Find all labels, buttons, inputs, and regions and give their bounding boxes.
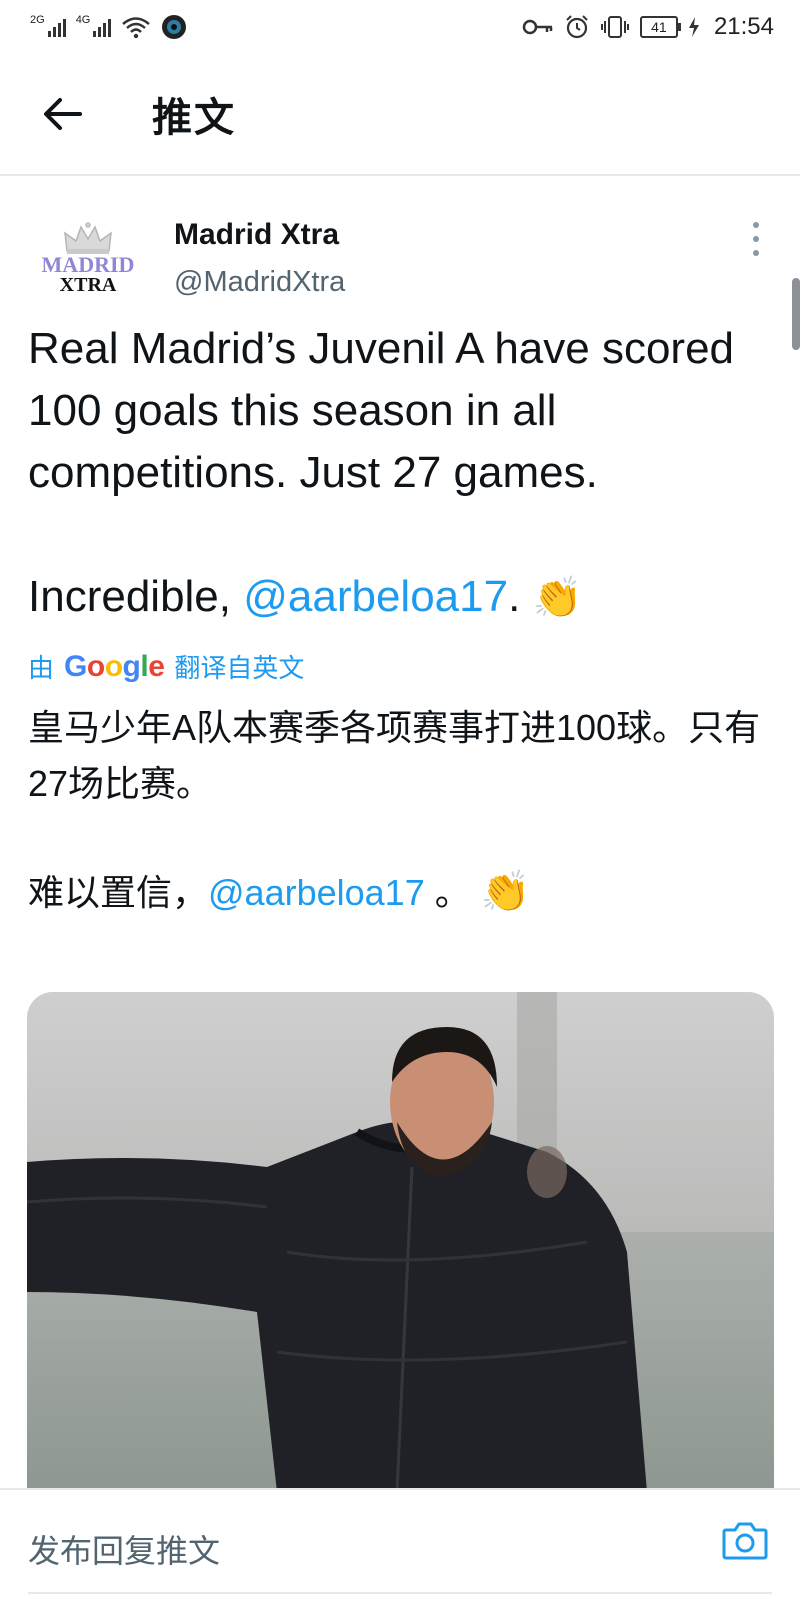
tweet: MADRID XTRA Madrid Xtra @MadridXtra Real…	[0, 178, 800, 914]
author-handle[interactable]: @MadridXtra	[174, 266, 345, 299]
translate-prefix: 由	[28, 653, 55, 683]
avatar-text-top: MADRID	[41, 252, 135, 277]
translated-prefix: 难以置信，	[28, 872, 209, 913]
app-notification-icon	[162, 15, 187, 39]
more-vertical-icon	[753, 222, 759, 228]
alarm-icon	[566, 15, 588, 39]
wifi-icon	[122, 17, 151, 39]
scrollbar[interactable]	[792, 278, 800, 350]
key-icon	[522, 19, 553, 35]
translated-suffix: 。	[424, 872, 471, 913]
status-time: 21:54	[713, 13, 774, 40]
network-type-label: 2G	[30, 14, 45, 26]
signal-bars-icon	[93, 17, 112, 37]
back-button[interactable]	[32, 84, 92, 144]
network-type-label: 4G	[75, 14, 91, 26]
translated-line-2: 难以置信，@aarbeloa17 。 👏	[28, 864, 788, 921]
tweet-photo[interactable]	[27, 992, 774, 1492]
translated-line-1: 皇马少年A队本赛季各项赛事打进100球。只有27场比赛。	[28, 707, 761, 804]
clapping-hands-emoji: 👏	[480, 870, 531, 914]
clapping-hands-emoji: 👏	[532, 576, 583, 620]
camera-button[interactable]	[720, 1516, 770, 1566]
translated-mention-link[interactable]: @aarbeloa17	[208, 872, 425, 913]
status-bar-left: 2G 4G	[30, 14, 187, 40]
translate-suffix: 翻译自英文	[174, 653, 305, 683]
avatar-text-bottom: XTRA	[59, 274, 117, 296]
signal-2g: 2G	[30, 14, 66, 37]
status-bar: 2G 4G 41 21:54	[0, 0, 800, 54]
charging-icon	[688, 17, 699, 37]
reply-bar: 发布回复推文	[0, 1488, 800, 1600]
tweet-text: Real Madrid’s Juvenil A have scored 100 …	[28, 318, 778, 629]
coach-photo-image	[27, 992, 774, 1492]
camera-icon	[722, 1522, 768, 1560]
tweet-detail-screen: 2G 4G 41 21:54 推文 MADRID XTRA Madrid Xtr…	[0, 0, 800, 1600]
google-logo-icon: Google	[64, 649, 165, 683]
signal-4g: 4G	[75, 14, 112, 37]
vibrate-icon	[600, 16, 629, 38]
translation-attribution[interactable]: 由 Google 翻译自英文	[28, 648, 304, 685]
reply-input[interactable]: 发布回复推文	[28, 1526, 220, 1572]
crown-icon	[64, 222, 112, 254]
signal-bars-icon	[47, 17, 66, 37]
app-header: 推文	[0, 54, 800, 176]
tweet-author-row: MADRID XTRA Madrid Xtra @MadridXtra	[0, 178, 800, 316]
mention-link[interactable]: @aarbeloa17	[243, 572, 508, 621]
status-bar-right: 41 21:54	[522, 13, 774, 41]
tweet-text-punct: .	[508, 572, 533, 621]
page-title: 推文	[152, 96, 236, 140]
author-name[interactable]: Madrid Xtra	[174, 218, 339, 252]
arrow-left-icon	[44, 98, 82, 130]
battery-indicator: 41	[639, 16, 681, 38]
reply-input-underline	[28, 1592, 772, 1594]
more-options-button[interactable]	[750, 222, 762, 256]
translated-text: 皇马少年A队本赛季各项赛事打进100球。只有27场比赛。 难以置信，@aarbe…	[28, 700, 788, 921]
avatar[interactable]: MADRID XTRA	[30, 200, 146, 316]
